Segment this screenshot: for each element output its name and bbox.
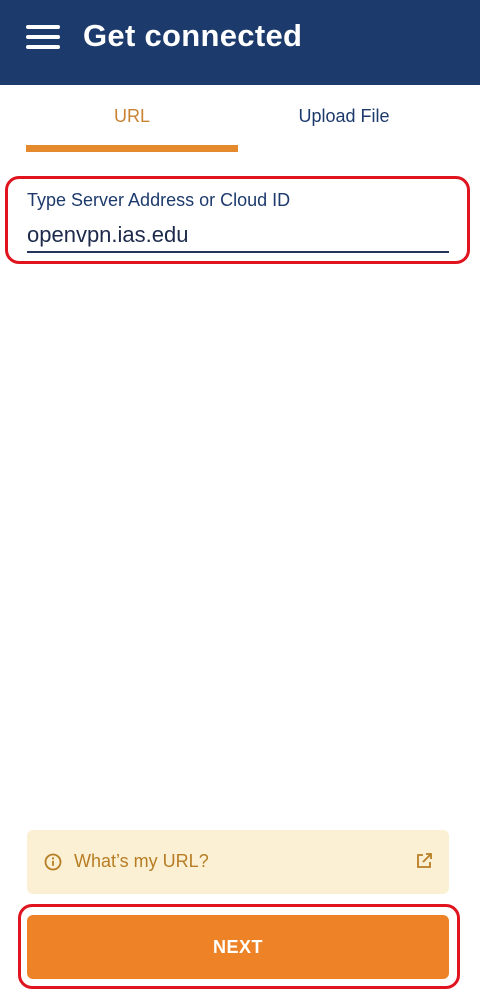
server-address-input[interactable] [27, 218, 449, 253]
external-link-icon [417, 853, 432, 868]
server-address-label: Type Server Address or Cloud ID [27, 190, 291, 210]
whats-my-url-link[interactable]: What’s my URL? [27, 830, 449, 894]
next-button[interactable]: NEXT [27, 915, 449, 979]
tab-upload-file[interactable]: Upload File [238, 85, 450, 155]
whats-my-url-text: What’s my URL? [74, 851, 209, 871]
info-icon [44, 853, 62, 871]
page-title: Get connected [83, 18, 303, 53]
menu-icon[interactable] [26, 25, 60, 49]
active-tab-indicator [26, 145, 238, 152]
app-header: Get connected [0, 0, 480, 85]
